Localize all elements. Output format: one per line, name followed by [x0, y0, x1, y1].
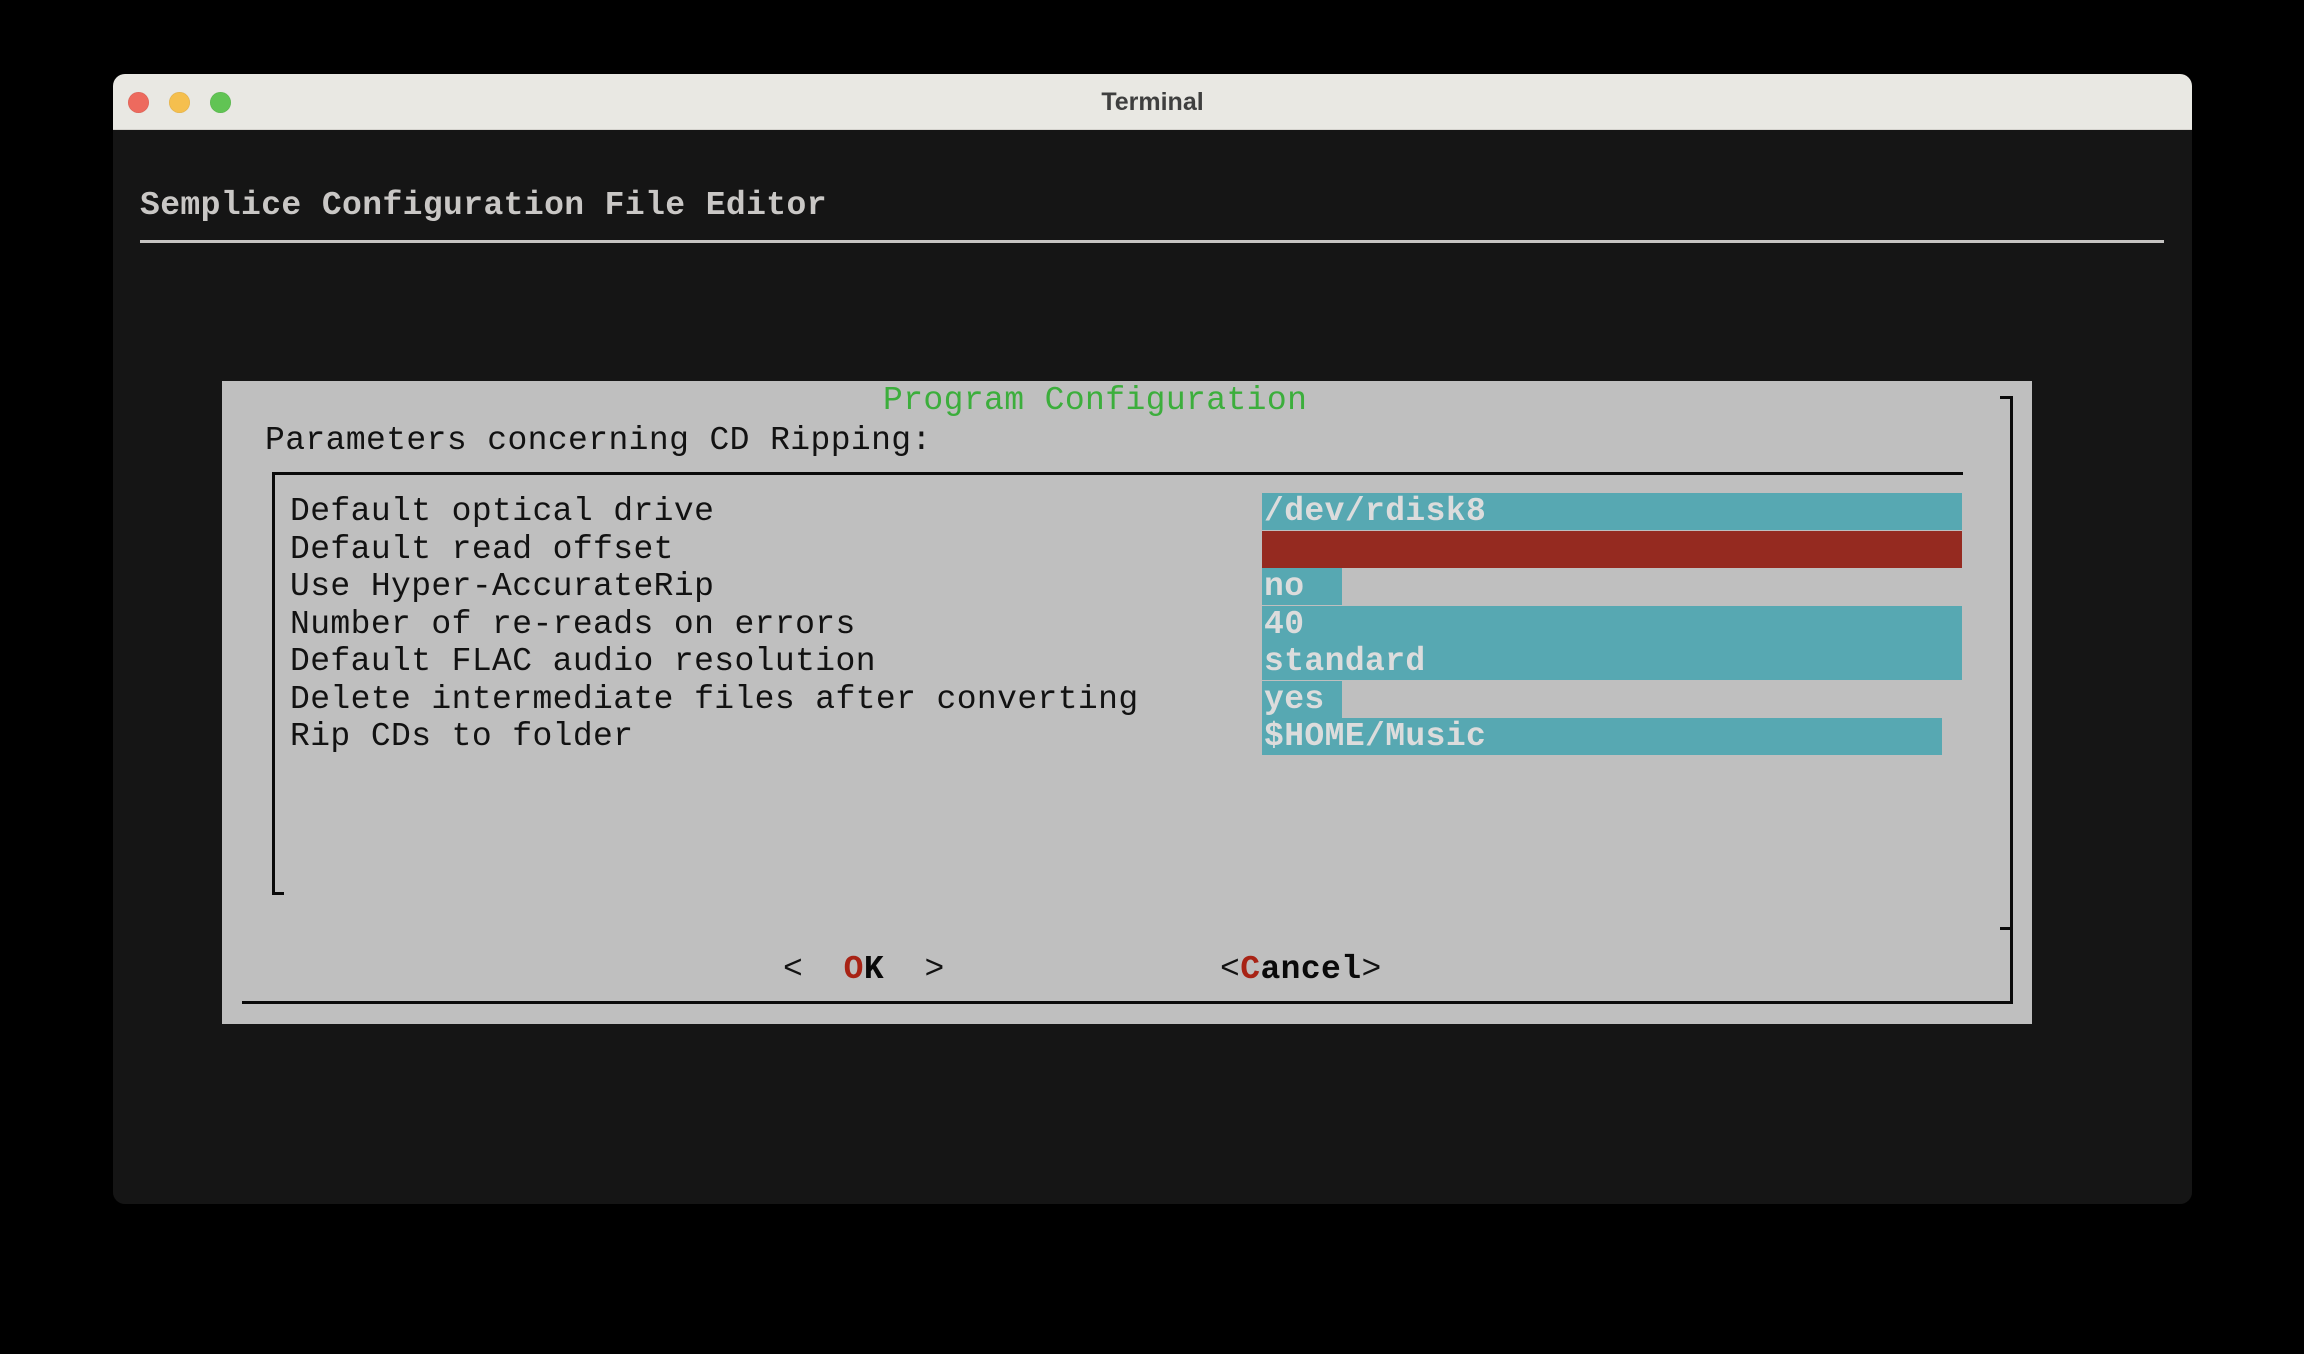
cancel-hotkey: C — [1240, 951, 1260, 988]
dialog-border-bottom — [242, 1001, 2013, 1004]
field-label: Number of re-reads on errors — [290, 606, 856, 643]
form-row: Default optical drive /dev/rdisk8 — [222, 493, 2032, 531]
field-input[interactable]: standard — [1262, 643, 1962, 680]
dialog-title: Program Configuration — [883, 382, 1307, 420]
field-label: Delete intermediate files after converti… — [290, 681, 1139, 718]
dialog-separator-tick — [2000, 927, 2013, 930]
field-label: Default optical drive — [290, 493, 714, 530]
form-row: Number of re-reads on errors 40 — [222, 606, 2032, 644]
cancel-bracket-close: > — [1361, 951, 1381, 988]
ok-button[interactable]: < OK > — [783, 951, 945, 988]
form-fields: Default optical drive /dev/rdisk8 Defaul… — [222, 493, 2032, 758]
ok-bracket-close: > — [884, 951, 945, 988]
ok-hotkey: O — [844, 951, 864, 988]
field-input[interactable] — [1262, 531, 1962, 568]
titlebar[interactable]: Terminal — [113, 74, 2192, 130]
field-input[interactable]: 40 — [1262, 606, 1962, 643]
form-row: Default FLAC audio resolution standard — [222, 643, 2032, 681]
field-label: Default FLAC audio resolution — [290, 643, 876, 680]
dialog-subtitle: Parameters concerning CD Ripping: — [265, 422, 932, 460]
form-box-top-border — [272, 472, 1963, 475]
form-row: Default read offset — [222, 531, 2032, 569]
field-input[interactable]: yes — [1262, 681, 1342, 718]
form-row: Rip CDs to folder $HOME/Music — [222, 718, 2032, 756]
cancel-button[interactable]: <Cancel> — [1220, 951, 1382, 988]
ok-label: K — [864, 951, 884, 988]
field-label: Rip CDs to folder — [290, 718, 633, 755]
header-divider — [140, 240, 2164, 243]
app-title: Semplice Configuration File Editor — [140, 187, 827, 225]
cancel-bracket-open: < — [1220, 951, 1240, 988]
form-row: Use Hyper-AccurateRip no — [222, 568, 2032, 606]
field-label: Default read offset — [290, 531, 674, 568]
form-box-corner — [272, 892, 284, 895]
ok-bracket-open: < — [783, 951, 844, 988]
desktop-background: Terminal Semplice Configuration File Edi… — [0, 0, 2304, 1354]
field-input[interactable]: $HOME/Music — [1262, 718, 1942, 755]
cancel-label: ancel — [1260, 951, 1361, 988]
form-row: Delete intermediate files after converti… — [222, 681, 2032, 719]
terminal-window: Terminal Semplice Configuration File Edi… — [113, 74, 2192, 1204]
config-dialog: Program Configuration Parameters concern… — [222, 381, 2032, 1024]
field-input[interactable]: /dev/rdisk8 — [1262, 493, 1962, 530]
terminal-screen: Semplice Configuration File Editor Progr… — [113, 130, 2192, 1204]
field-input[interactable]: no — [1262, 568, 1342, 605]
window-title: Terminal — [113, 74, 2192, 130]
field-label: Use Hyper-AccurateRip — [290, 568, 714, 605]
